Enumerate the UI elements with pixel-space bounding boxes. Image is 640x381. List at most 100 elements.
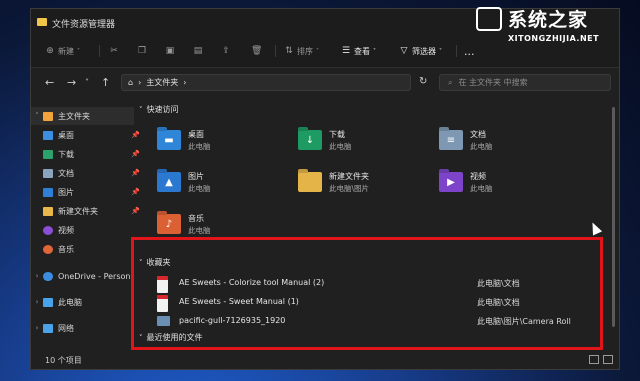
tile-location: 此电脑 [188, 184, 211, 193]
address-row: ← → ˅ ↑ ⌂ › 主文件夹 › ↻ ⌕ 在 主文件夹 中搜索 [31, 68, 619, 98]
search-input[interactable]: ⌕ 在 主文件夹 中搜索 [439, 74, 611, 91]
sidebar-item-label: 下载 [58, 149, 74, 159]
chevron-down-icon: ˅ [439, 47, 442, 55]
watermark-logo: 系统之家 XITONGZHIJIA.NET [476, 3, 636, 51]
copy-icon: ❐ [137, 46, 147, 56]
pictures-folder-icon: ▲ [157, 172, 181, 192]
cut-button[interactable]: ✂ [109, 43, 119, 59]
sidebar-item-pictures[interactable]: 图片 📌 [31, 183, 146, 201]
ribbon-divider [99, 45, 100, 57]
documents-folder-icon [43, 168, 53, 178]
rename-icon: ▤ [193, 46, 203, 56]
share-button[interactable]: ⇪ [221, 43, 231, 59]
chevron-right-icon: › [35, 298, 39, 306]
sort-label: 排序 [297, 46, 313, 56]
chevron-down-icon: ˅ [35, 112, 39, 120]
videos-folder-icon: ▶ [439, 172, 463, 192]
paste-button[interactable]: ▣ [165, 43, 175, 59]
scrollbar[interactable] [612, 107, 615, 327]
sidebar-item-label: 图片 [58, 187, 74, 197]
filter-button[interactable]: ▽ 筛选器 ˅ [399, 43, 442, 59]
sidebar-item-documents[interactable]: 文档 📌 [31, 164, 146, 182]
download-folder-icon [43, 149, 53, 159]
logo-icon [476, 7, 502, 31]
ribbon-divider [456, 45, 457, 57]
sidebar-item-music[interactable]: 音乐 [31, 240, 146, 258]
ribbon-divider [275, 45, 276, 57]
documents-folder-icon: ≡ [439, 130, 463, 150]
tile-location: 此电脑 [188, 226, 211, 235]
more-options-button[interactable]: ... [464, 43, 475, 59]
pictures-folder-icon [43, 187, 53, 197]
view-button[interactable]: ☰ 查看 ˅ [341, 43, 376, 59]
quick-access-tile[interactable]: ▲ 图片 此电脑 [157, 169, 292, 205]
sort-button[interactable]: ⇅ 排序 ˅ [284, 43, 319, 59]
up-arrow-icon[interactable]: ↑ [101, 76, 110, 89]
status-bar: 10 个项目 [31, 351, 619, 369]
videos-folder-icon [43, 225, 53, 235]
folder-app-icon [37, 18, 47, 26]
section-title: 快速访问 [146, 105, 179, 114]
sidebar-item-label: 主文件夹 [58, 111, 90, 121]
quick-access-tile[interactable]: ▶ 视频 此电脑 [439, 169, 574, 205]
this-pc-icon [43, 297, 53, 307]
filter-label: 筛选器 [412, 46, 436, 56]
view-icon: ☰ [341, 46, 351, 56]
new-label: 新建 [58, 46, 74, 56]
quick-access-tile[interactable]: 新建文件夹 此电脑\图片 [298, 169, 433, 205]
search-icon: ⌕ [448, 77, 453, 87]
tile-name: 下载 [329, 130, 345, 139]
sidebar-item-this-pc[interactable]: › 此电脑 [31, 293, 134, 311]
delete-button[interactable]: 🗑 [251, 43, 262, 59]
sidebar-item-new-folder[interactable]: 新建文件夹 📌 [31, 202, 146, 220]
filter-icon: ▽ [400, 46, 408, 56]
quick-access-tile[interactable]: ▬ 桌面 此电脑 [157, 127, 292, 163]
watermark-url: XITONGZHIJIA.NET [508, 34, 600, 43]
chevron-down-icon: ˅ [77, 47, 80, 55]
sidebar-item-downloads[interactable]: 下载 📌 [31, 145, 146, 163]
quick-access-header[interactable]: ˅ 快速访问 [139, 104, 179, 115]
sidebar-item-label: 音乐 [58, 244, 74, 254]
tile-name: 音乐 [188, 214, 204, 223]
details-view-icon[interactable] [589, 355, 599, 364]
forward-arrow-icon[interactable]: → [67, 76, 76, 89]
watermark-title: 系统之家 [508, 9, 589, 31]
tile-location: 此电脑 [188, 142, 211, 151]
chevron-down-icon[interactable]: ˅ [85, 78, 89, 87]
copy-button[interactable]: ❐ [137, 43, 147, 59]
folder-icon [43, 206, 53, 216]
tiles-view-icon[interactable] [603, 355, 613, 364]
tile-name: 视频 [470, 172, 486, 181]
tile-name: 文档 [470, 130, 486, 139]
address-bar[interactable]: ⌂ › 主文件夹 › [121, 74, 411, 91]
sidebar-item-label: OneDrive - Person [58, 271, 131, 281]
chevron-down-icon: ˅ [316, 47, 319, 55]
network-icon [43, 323, 53, 333]
music-folder-icon: ♪ [157, 214, 181, 234]
scissors-icon: ✂ [110, 46, 118, 56]
sidebar-item-onedrive[interactable]: › OneDrive - Person [31, 267, 134, 285]
quick-access-tile[interactable]: ≡ 文档 此电脑 [439, 127, 574, 163]
paste-icon: ▣ [165, 46, 175, 56]
home-icon [43, 111, 53, 121]
window-title: 文件资源管理器 [52, 20, 116, 30]
sidebar-item-videos[interactable]: 视频 [31, 221, 146, 239]
sidebar-item-home[interactable]: ˅ 主文件夹 [31, 107, 134, 125]
desktop-folder-icon [43, 130, 53, 140]
item-count: 10 个项目 [45, 356, 82, 365]
chevron-down-icon: ˅ [373, 47, 376, 55]
new-button[interactable]: ⊕ 新建 ˅ [45, 43, 80, 59]
sidebar-item-desktop[interactable]: 桌面 📌 [31, 126, 146, 144]
quick-access-tile[interactable]: ↓ 下载 此电脑 [298, 127, 433, 163]
search-placeholder: 在 主文件夹 中搜索 [458, 78, 528, 87]
tile-location: 此电脑 [470, 142, 493, 151]
back-arrow-icon[interactable]: ← [45, 76, 54, 89]
sidebar-item-network[interactable]: › 网络 [31, 319, 134, 337]
rename-button[interactable]: ▤ [193, 43, 203, 59]
sidebar-item-label: 文档 [58, 168, 74, 178]
refresh-icon[interactable]: ↻ [419, 76, 427, 87]
sidebar-item-label: 网络 [58, 323, 74, 333]
breadcrumb-home[interactable]: 主文件夹 [146, 77, 178, 88]
download-folder-icon: ↓ [298, 130, 322, 150]
tile-location: 此电脑 [329, 142, 352, 151]
